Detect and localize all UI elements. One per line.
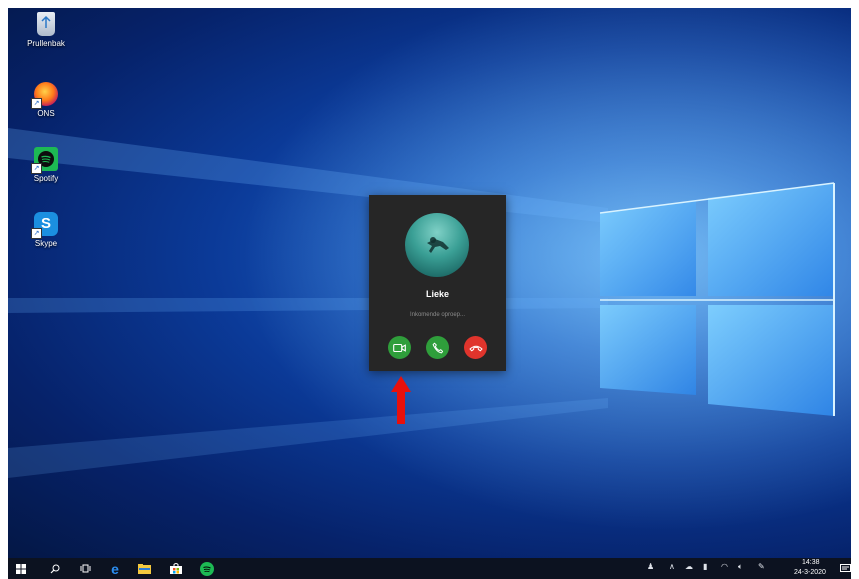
people-icon[interactable]: ♟	[647, 562, 654, 571]
file-explorer-icon	[137, 563, 151, 574]
store-button[interactable]	[165, 558, 187, 579]
task-view-icon	[80, 564, 90, 573]
desktop-icon-spotify[interactable]: ↗ Spotify	[14, 147, 78, 183]
clock-time[interactable]: 14:38	[802, 559, 820, 566]
answer-video-button[interactable]	[388, 336, 411, 359]
battery-icon[interactable]: ▮	[703, 562, 707, 571]
skype-app-icon: S ↗	[31, 212, 58, 239]
shortcut-arrow-icon: ↗	[31, 98, 42, 109]
spotify-app-icon: ↗	[31, 147, 58, 174]
spotify-icon	[200, 561, 214, 576]
spotify-taskbar-button[interactable]	[196, 558, 218, 579]
action-center-button[interactable]	[834, 558, 856, 579]
store-icon	[170, 563, 182, 574]
red-arrow-up-icon	[391, 376, 411, 424]
desktop-icon-label: Skype	[34, 239, 58, 248]
shortcut-arrow-icon: ↗	[31, 163, 42, 174]
decline-call-button[interactable]	[464, 336, 487, 359]
firefox-icon: ↗	[31, 82, 58, 109]
edge-button[interactable]: e	[104, 558, 126, 579]
caller-name: Lieke	[425, 289, 449, 299]
desktop-icon-prullenbak[interactable]: Prullenbak	[14, 12, 78, 48]
start-icon	[16, 563, 26, 574]
shortcut-arrow-icon: ↗	[31, 228, 42, 239]
wifi-icon[interactable]: ◠	[721, 562, 728, 571]
chevron-up-icon[interactable]: ∧	[669, 562, 675, 571]
recycle-bin-icon	[37, 12, 55, 36]
pen-icon[interactable]: ✎	[758, 562, 765, 571]
search-button[interactable]	[44, 558, 66, 579]
answer-audio-button[interactable]	[426, 336, 449, 359]
desktop-screen: Prullenbak ↗ ONS ↗ Spotify S ↗ Skype Lie…	[8, 8, 851, 558]
file-explorer-button[interactable]	[133, 558, 155, 579]
diver-silhouette-icon	[427, 237, 449, 253]
start-button[interactable]	[10, 558, 32, 579]
desktop-icon-label: Prullenbak	[27, 39, 65, 48]
desktop-icon-label: ONS	[37, 109, 55, 118]
desktop-icon-label: Spotify	[33, 174, 59, 183]
task-view-button[interactable]	[74, 558, 96, 579]
video-camera-icon	[393, 343, 406, 352]
caller-avatar	[405, 213, 469, 277]
hang-up-icon	[469, 345, 482, 351]
clock-date[interactable]: 24-3-2020	[794, 569, 826, 576]
onedrive-icon[interactable]: ☁	[685, 562, 693, 571]
call-status-text: Inkomende oproep...	[409, 312, 466, 318]
action-center-icon	[839, 563, 851, 572]
incoming-call-popup: Lieke Inkomende oproep...	[369, 195, 506, 371]
edge-icon: e	[111, 560, 119, 577]
phone-icon	[432, 342, 443, 353]
desktop-icon-ons[interactable]: ↗ ONS	[14, 82, 78, 118]
desktop-icon-skype[interactable]: S ↗ Skype	[14, 212, 78, 248]
volume-icon[interactable]: 🔈︎	[738, 562, 743, 572]
search-icon	[50, 564, 60, 573]
taskbar: e ♟ ∧ ☁ ▮ ◠ 🔈︎ ✎ 14:38 24-3-2020	[8, 558, 851, 579]
